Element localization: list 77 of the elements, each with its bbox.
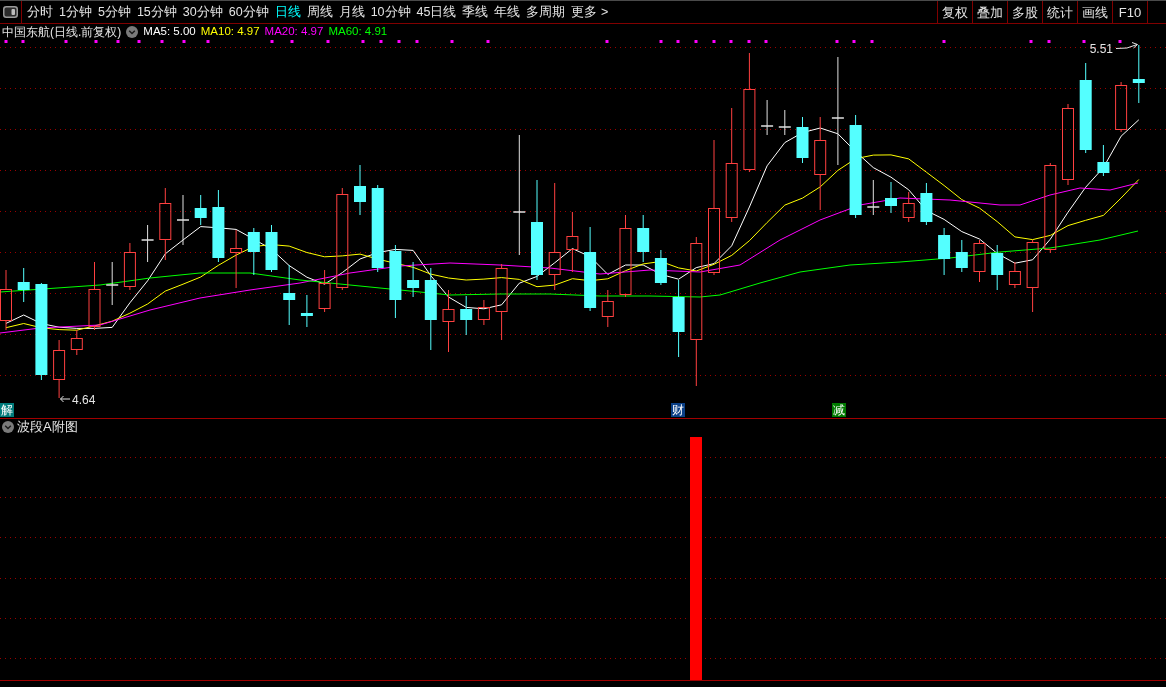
indicator-title: 波段A附图 [17, 420, 78, 433]
rising-candle [973, 239, 986, 283]
rising-candle [902, 191, 915, 223]
moving-average-value: MA60: 4.91 [328, 26, 388, 38]
period-tab[interactable]: 周线 [303, 1, 336, 23]
period-tab[interactable]: 30分钟 [179, 1, 226, 23]
tool-button[interactable]: F10 [1112, 1, 1147, 23]
falling-candle [194, 194, 207, 226]
high-price-label: 5.51 [1089, 41, 1113, 56]
moving-average-value: MA5: 5.00 [143, 26, 196, 38]
falling-candle [1097, 144, 1110, 177]
rising-candle [566, 211, 579, 273]
rising-candle [123, 242, 136, 291]
event-marker[interactable]: 财 [671, 403, 685, 417]
rising-candle [70, 329, 83, 356]
pointer-arrow [1115, 42, 1138, 49]
moving-average-value: MA20: 4.97 [264, 26, 324, 38]
panel-toggle-icon[interactable] [3, 6, 18, 18]
chevron-circle-icon[interactable] [2, 420, 14, 433]
low-price-label: 4.64 [72, 392, 96, 407]
falling-candle [460, 295, 473, 336]
period-tab[interactable]: 月线 [335, 1, 368, 23]
falling-candle [991, 244, 1004, 291]
rising-candle [442, 289, 455, 353]
rising-candle [318, 269, 331, 313]
tool-button[interactable]: 复权 [937, 1, 972, 23]
tool-button[interactable]: 多股 [1007, 1, 1042, 23]
period-tab[interactable]: 10分钟 [367, 1, 414, 23]
period-tab[interactable]: 多周期 [523, 1, 569, 23]
rising-candle [230, 229, 243, 289]
falling-candle [654, 249, 667, 286]
period-tab[interactable]: 更多 > [568, 1, 612, 23]
moving-average-value: MA10: 4.97 [200, 26, 260, 38]
pointer-arrow [60, 395, 71, 403]
rising-candle [601, 289, 614, 328]
tool-button[interactable]: 统计 [1042, 1, 1077, 23]
doji-candle [760, 99, 774, 136]
rising-candle [0, 269, 12, 331]
rising-candle [1115, 81, 1128, 133]
period-tab[interactable]: 45日线 [413, 1, 460, 23]
falling-candle [407, 261, 420, 298]
doji-candle [176, 194, 190, 246]
falling-candle [17, 267, 30, 303]
stock-title: 中国东航(日线.前复权) [2, 26, 122, 38]
period-tab[interactable]: 15分钟 [133, 1, 180, 23]
falling-candle [637, 214, 650, 263]
event-marker[interactable]: 解 [0, 403, 14, 417]
rising-candle [53, 339, 66, 399]
period-tab[interactable]: 年线 [491, 1, 524, 23]
falling-candle [885, 181, 897, 214]
falling-candle [354, 164, 366, 216]
period-tab[interactable]: 60分钟 [225, 1, 272, 23]
period-tab[interactable]: 5分钟 [94, 1, 134, 23]
falling-candle [1132, 44, 1145, 104]
falling-candle [938, 227, 951, 276]
event-marker[interactable]: 减 [832, 403, 846, 417]
falling-candle [796, 116, 809, 164]
doji-candle [778, 109, 792, 136]
falling-candle [300, 294, 313, 328]
period-tab[interactable]: 日线 [271, 1, 304, 23]
period-tab[interactable]: 1分钟 [56, 1, 95, 23]
falling-candle [247, 227, 260, 276]
tool-button[interactable]: 画线 [1077, 1, 1112, 23]
rising-candle [1008, 261, 1021, 289]
rising-candle [88, 261, 101, 331]
doji-candle [105, 261, 119, 306]
falling-candle [920, 182, 933, 226]
doji-candle [140, 224, 155, 263]
period-tab[interactable]: 季线 [459, 1, 492, 23]
falling-candle [265, 224, 278, 273]
rising-candle [477, 299, 490, 326]
falling-candle [283, 264, 296, 326]
chevron-circle-icon[interactable] [126, 26, 139, 38]
tool-button[interactable]: 叠加 [972, 1, 1007, 23]
doji-candle [866, 179, 881, 216]
period-tab[interactable]: 分时 [24, 1, 56, 23]
falling-candle [955, 239, 968, 273]
